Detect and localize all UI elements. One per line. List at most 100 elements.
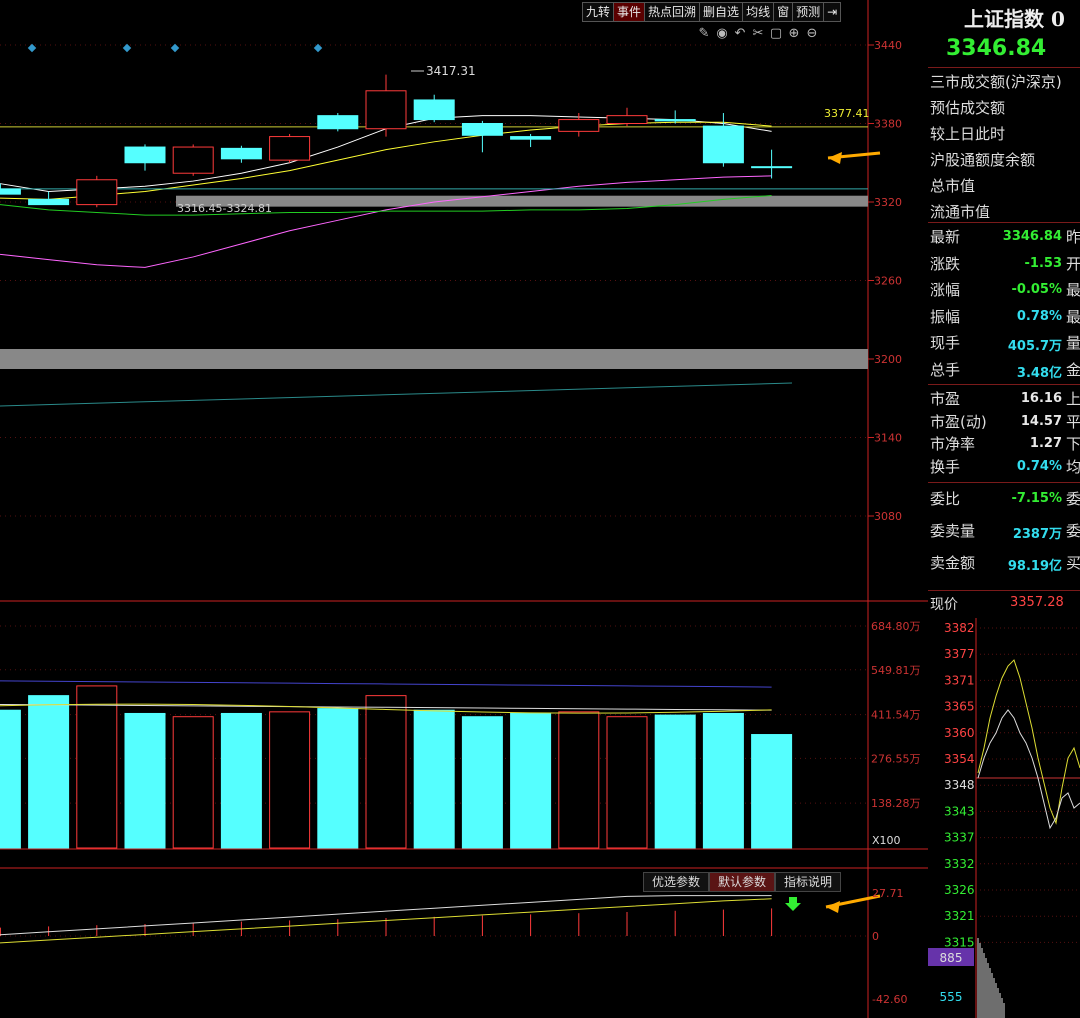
intraday-mini-chart[interactable]: 3382 3377 3371 3365 3360 3354 3348 3343 3337 3332… (928, 618, 1080, 1018)
stat-label: 现手 (930, 334, 961, 352)
volume-tick-label: 549.81万 (871, 664, 921, 677)
volume-bar[interactable] (365, 695, 407, 849)
zoom-in-icon[interactable]: ⊕ (787, 27, 801, 41)
candle-body[interactable] (606, 115, 648, 125)
mini-y-label: 3343 (944, 804, 975, 818)
y-tick-label: 3380 (874, 118, 902, 131)
candle-body[interactable] (751, 166, 793, 169)
now-price-value: 3357.28 (1010, 595, 1064, 610)
volume-bar[interactable] (751, 734, 793, 849)
mini-vol-label: 555 (940, 990, 963, 1004)
stat-suffix: 下 (1066, 435, 1080, 453)
now-price-label: 现价 (930, 597, 958, 613)
gap-band (176, 195, 868, 207)
signal-marker (170, 43, 180, 53)
toolbar-item-0[interactable]: 九转 (582, 2, 614, 22)
stat-label: 换手 (930, 457, 961, 476)
volume-bar[interactable] (606, 716, 648, 849)
volume-bar[interactable] (172, 716, 214, 849)
mini-y-label: 3371 (944, 673, 975, 687)
stat-label: 卖金额 (930, 554, 976, 572)
stat-row: 现手 405.7万量 (928, 332, 1080, 356)
stat-suffix: 量 (1066, 334, 1080, 352)
stat-row: 市盈(动) 14.57 平 (928, 411, 1080, 435)
volume-bar[interactable] (702, 712, 744, 849)
candle-body[interactable] (172, 146, 214, 174)
candle-body[interactable] (269, 136, 311, 161)
volume-bar[interactable] (76, 685, 118, 849)
stat-label: 涨跌 (930, 254, 961, 273)
candle-body[interactable] (558, 119, 600, 132)
pin-icon[interactable]: ⇥ (823, 2, 842, 22)
stat-suffix: 买 (1066, 554, 1080, 572)
volume-bar[interactable] (654, 714, 696, 849)
stat-suffix: 委 (1066, 490, 1080, 508)
undo-icon[interactable]: ↶ (733, 27, 747, 41)
stat-label: 总手 (930, 360, 961, 379)
candle-body[interactable] (510, 136, 552, 140)
kline-chart-canvas[interactable]: 3440 3380 3320 3260 3200 3140 3080 3417.31 3377.… (0, 0, 928, 1018)
candle-body[interactable] (365, 90, 407, 130)
down-arrow-icon (785, 897, 801, 911)
volume-bar[interactable] (461, 716, 503, 849)
volume-bar[interactable] (510, 712, 552, 849)
stat-value: 0.78% (1016, 308, 1062, 324)
zoom-out-icon[interactable]: ⊖ (805, 27, 819, 41)
volume-tick-label: 276.55万 (871, 752, 921, 765)
indicator-button-0[interactable]: 优选参数 (643, 872, 710, 892)
candle-body[interactable] (76, 179, 118, 206)
candle-body[interactable] (654, 119, 696, 122)
mini-avg-line (977, 659, 1080, 825)
volume-multiplier: X100 (872, 834, 901, 847)
candle-body[interactable] (702, 125, 744, 164)
toolbar-item-5[interactable]: 窗 (773, 2, 793, 22)
gap-label: 3316.45-3324.81 (177, 202, 272, 215)
candle-body[interactable] (461, 123, 503, 136)
volume-bar[interactable] (220, 712, 262, 849)
candle-body[interactable] (317, 115, 359, 130)
toolbar-item-2[interactable]: 热点回溯 (644, 2, 700, 22)
volume-tick-label: 138.28万 (871, 797, 921, 810)
candle-body[interactable] (28, 198, 70, 206)
volume-bar[interactable] (413, 709, 455, 849)
eye-icon[interactable]: ◉ (715, 27, 729, 41)
volume-bar[interactable] (124, 712, 166, 849)
mini-y-label: 3365 (944, 700, 975, 714)
stat-row: 涨跌 -1.53 开 (928, 253, 1080, 277)
toolbar-item-6[interactable]: 预测 (792, 2, 824, 22)
toolbar-item-3[interactable]: 删自选 (699, 2, 743, 22)
signal-marker (27, 43, 37, 53)
candle-body[interactable] (124, 146, 166, 164)
stat-label: 最新 (930, 228, 961, 246)
stat-label: 振幅 (930, 307, 961, 326)
indicator-button-2[interactable]: 指标说明 (775, 872, 842, 892)
mini-y-label: 3337 (944, 831, 975, 845)
toolbar-item-4[interactable]: 均线 (742, 2, 774, 22)
candle-body[interactable] (413, 99, 455, 121)
stat-value: 3.48亿 (1016, 365, 1062, 381)
toolbar-item-1[interactable]: 事件 (613, 2, 645, 22)
y-tick-label: 3200 (874, 353, 902, 366)
mini-y-label: 3377 (944, 647, 975, 661)
indicator-button-1[interactable]: 默认参数 (709, 872, 776, 892)
volume-bar[interactable] (269, 711, 311, 849)
stat-row: 换手 0.74% 均 (928, 456, 1080, 480)
stat-value: -0.05% (1011, 282, 1063, 297)
candle-body[interactable] (220, 147, 262, 160)
scissors-icon[interactable]: ✂ (751, 27, 765, 41)
mini-y-label: 3348 (944, 778, 975, 792)
candle-body[interactable] (0, 188, 21, 195)
volume-bar[interactable] (558, 711, 600, 849)
stat-value: 3346.84 (1002, 229, 1062, 244)
volume-bar[interactable] (317, 708, 359, 849)
stat-value: -1.53 (1024, 255, 1062, 271)
stat-row: 总手 3.48亿金 (928, 359, 1080, 383)
lock-icon[interactable]: ▢ (769, 27, 783, 41)
stat-row: 涨幅 -0.05% 最 (928, 279, 1080, 303)
pen-icon[interactable]: ✎ (697, 27, 711, 41)
volume-bar[interactable] (28, 695, 70, 849)
mini-y-label: 3382 (944, 621, 975, 635)
y-tick-label: 3260 (874, 275, 902, 288)
chart-toolbar: 九转 事件 热点回溯 删自选 均线窗预测 ⇥ (582, 2, 842, 22)
volume-bar[interactable] (0, 709, 21, 849)
